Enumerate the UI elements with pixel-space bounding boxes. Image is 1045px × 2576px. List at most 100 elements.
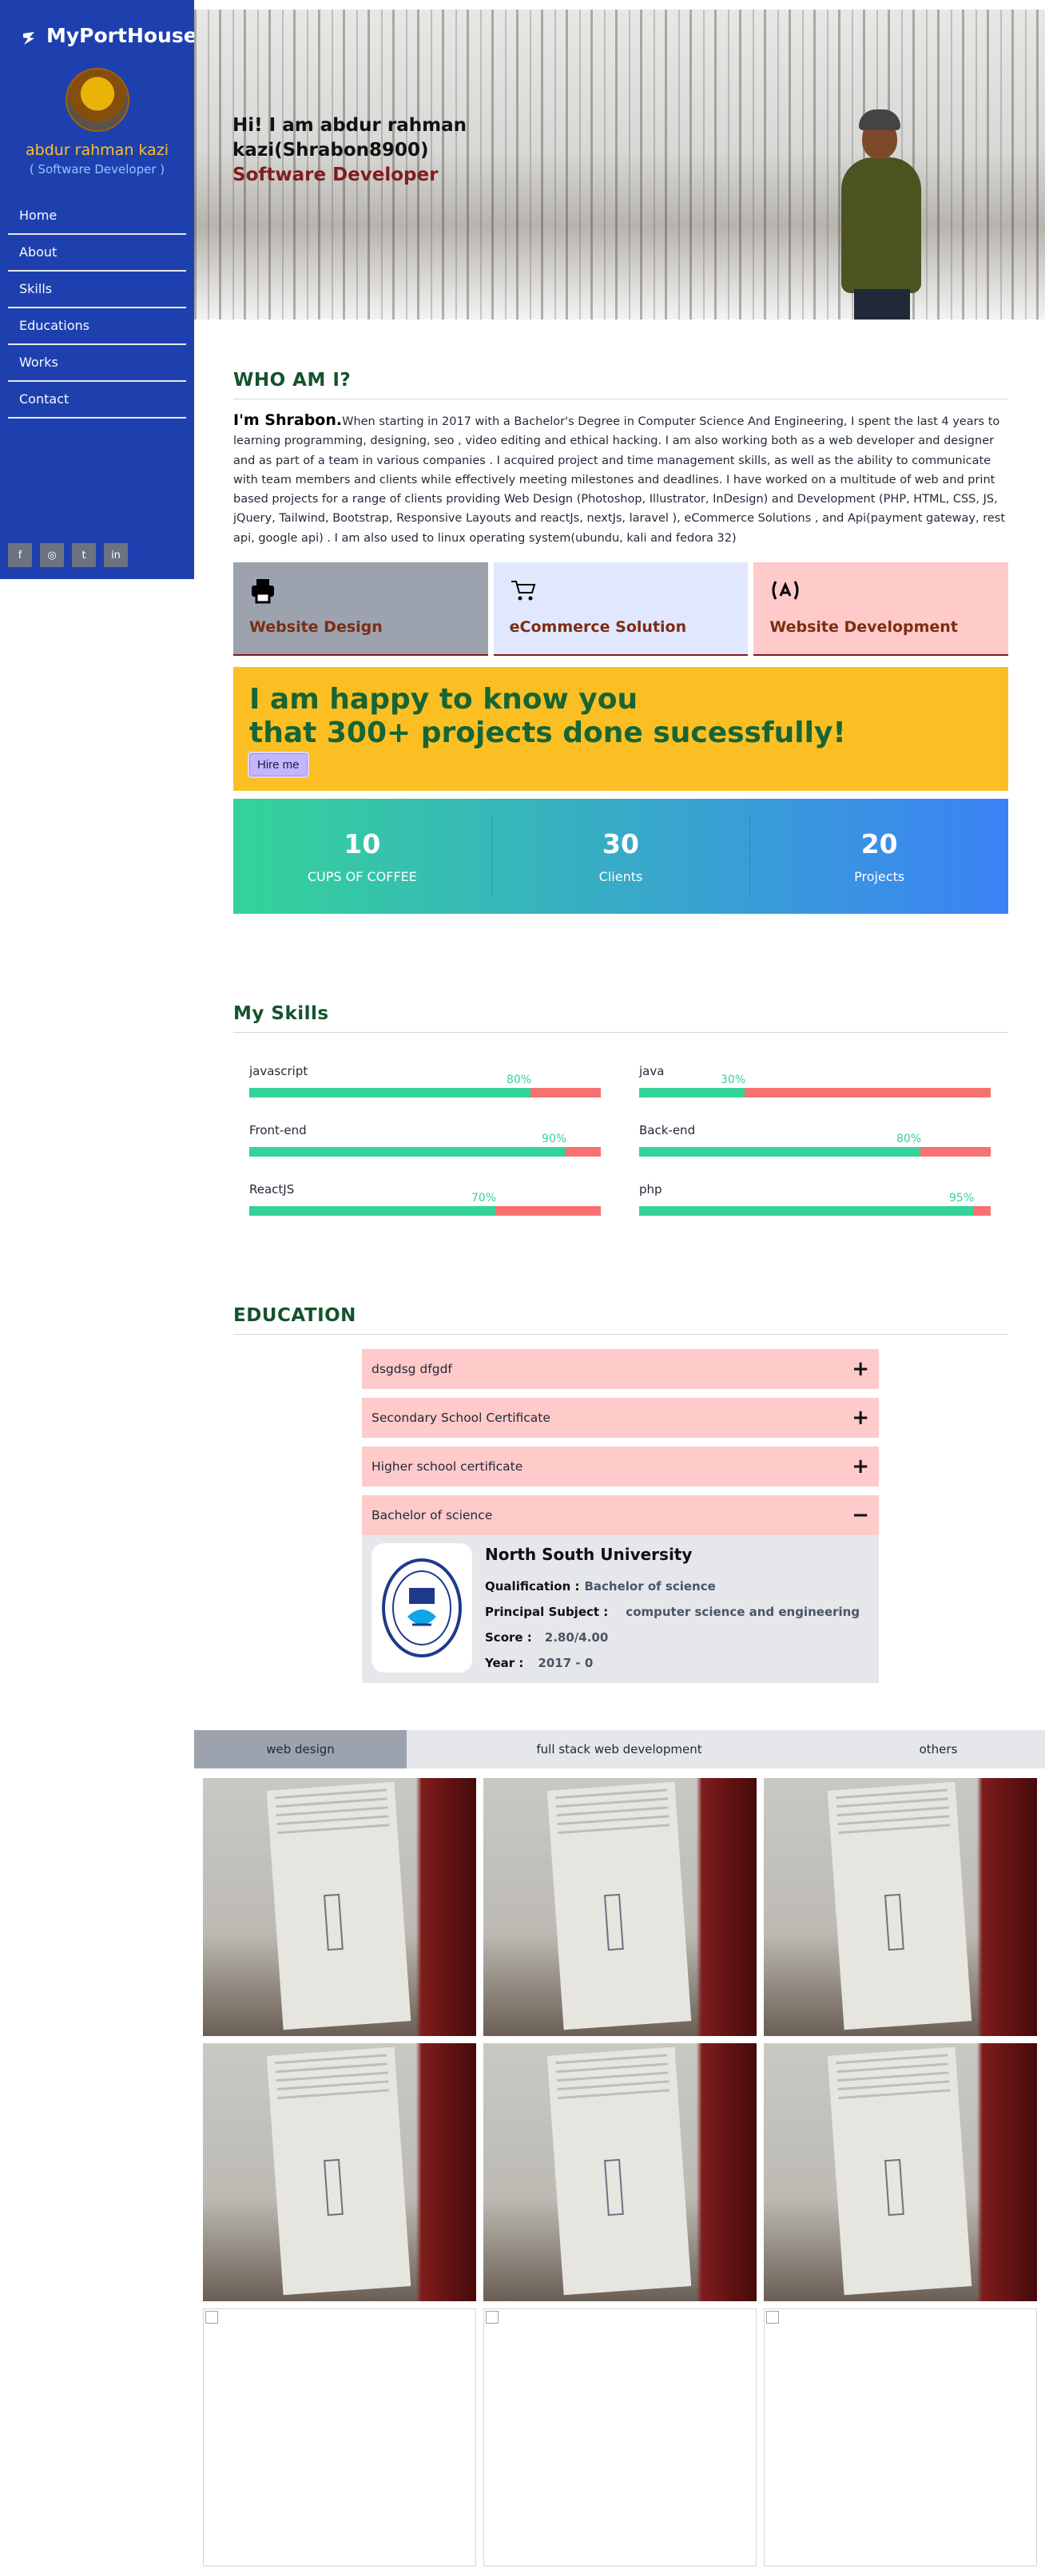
score-value: 2.80/4.00 <box>544 1630 609 1645</box>
skill-bar-fill <box>639 1206 973 1216</box>
accordion-body: North South University Qualification : Ba… <box>362 1535 879 1683</box>
about-section: WHO AM I? I'm Shrabon.When starting in 2… <box>233 370 1008 548</box>
divider <box>233 1334 1008 1335</box>
work-image[interactable] <box>203 1778 476 2036</box>
skills-grid: javascript 80% java 30% Front-end 90% Ba… <box>249 1064 992 1217</box>
skills-title: My Skills <box>233 1003 329 1024</box>
hero-role: Software Developer <box>232 165 439 185</box>
broken-image[interactable] <box>483 2308 757 2566</box>
nav-about[interactable]: About <box>8 235 186 272</box>
skill-name: php <box>639 1182 662 1197</box>
work-image[interactable] <box>203 2043 476 2301</box>
about-title: WHO AM I? <box>233 370 352 391</box>
skill-name: Back-end <box>639 1123 696 1137</box>
stat-projects: 20 Projects <box>750 815 1008 898</box>
education-section: EDUCATION dsgdsg dfgdf + Secondary Schoo… <box>233 1305 1008 1683</box>
main-nav: Home About Skills Educations Works Conta… <box>0 198 194 419</box>
nav-contact[interactable]: Contact <box>8 382 186 419</box>
banner-line-2: that 300+ projects done sucessfully! <box>249 716 846 749</box>
stat-value: 10 <box>344 828 381 859</box>
skill-name: javascript <box>249 1064 308 1078</box>
nav-home[interactable]: Home <box>8 198 186 235</box>
banner-line-1: I am happy to know you <box>249 683 638 716</box>
profile-role: ( Software Developer ) <box>29 162 165 177</box>
stat-label: CUPS OF COFFEE <box>307 869 417 884</box>
accordion-header[interactable]: Secondary School Certificate + <box>362 1398 879 1438</box>
education-accordion: dsgdsg dfgdf + Secondary School Certific… <box>362 1349 879 1683</box>
university-name: North South University <box>485 1545 693 1564</box>
work-image[interactable] <box>764 2043 1037 2301</box>
stat-value: 30 <box>602 828 639 859</box>
qualification-label: Qualification : <box>485 1579 580 1594</box>
skill-percent: 80% <box>896 1133 922 1145</box>
year-value: 2017 - 0 <box>538 1656 594 1670</box>
skill-bar <box>639 1206 991 1216</box>
stat-clients: 30 Clients <box>492 815 751 898</box>
hero-greeting: Hi! I am abdur rahman kazi(Shrabon8900) <box>232 115 467 161</box>
skill-bar-fill <box>639 1088 745 1097</box>
plus-icon[interactable]: + <box>852 1406 869 1430</box>
service-title: eCommerce Solution <box>509 618 687 636</box>
about-lead: I'm Shrabon. <box>233 411 343 429</box>
skill-bar <box>639 1088 991 1097</box>
broken-image-icon <box>205 2311 218 2324</box>
broken-image[interactable] <box>764 2308 1037 2566</box>
tab-others[interactable]: others <box>832 1730 1045 1768</box>
facebook-icon[interactable]: f <box>8 543 32 567</box>
service-card: Website Design <box>233 562 488 656</box>
skill-percent: 70% <box>471 1192 497 1205</box>
brand[interactable]: MyPortHouse <box>0 0 197 47</box>
skills-section: My Skills javascript 80% java 30% Front-… <box>233 1003 1008 1216</box>
hero-banner: Hi! I am abdur rahman kazi(Shrabon8900) … <box>194 10 1045 320</box>
education-title: EDUCATION <box>233 1305 356 1326</box>
tab-full-stack[interactable]: full stack web development <box>407 1730 832 1768</box>
skill-item: ReactJS 70% <box>249 1182 601 1217</box>
skill-name: java <box>639 1064 665 1078</box>
hero-text: Hi! I am abdur rahman kazi(Shrabon8900) … <box>232 113 472 188</box>
nav-works[interactable]: Works <box>8 345 186 382</box>
skill-bar <box>639 1147 991 1157</box>
skill-bar-fill <box>249 1206 495 1216</box>
skill-item: Front-end 90% <box>249 1123 601 1158</box>
skill-bar <box>249 1088 601 1097</box>
accordion-title: Bachelor of science <box>372 1508 493 1522</box>
skill-bar-fill <box>639 1147 920 1157</box>
tab-web-design[interactable]: web design <box>194 1730 407 1768</box>
qualification-value: Bachelor of science <box>584 1579 716 1594</box>
twitter-icon[interactable]: t <box>72 543 96 567</box>
profile-name: abdur rahman kazi <box>26 141 169 159</box>
service-title: Website Development <box>769 618 958 636</box>
services: Website Design eCommerce Solution Websit… <box>233 562 1009 656</box>
broken-image-icon <box>766 2311 779 2324</box>
stat-label: Projects <box>854 869 905 884</box>
skill-name: ReactJS <box>249 1182 295 1197</box>
sidebar: MyPortHouse abdur rahman kazi ( Software… <box>0 0 197 579</box>
plus-icon[interactable]: + <box>852 1357 869 1381</box>
hire-me-button[interactable]: Hire me <box>249 753 308 776</box>
nav-skills[interactable]: Skills <box>8 272 186 308</box>
accordion-title: Higher school certificate <box>372 1459 523 1474</box>
subject-value: computer science and engineering <box>626 1605 860 1619</box>
skill-item: javascript 80% <box>249 1064 601 1099</box>
nav-educations[interactable]: Educations <box>8 308 186 345</box>
skill-item: Back-end 80% <box>639 1123 991 1158</box>
accordion-header[interactable]: Higher school certificate + <box>362 1447 879 1486</box>
skill-bar-fill <box>249 1088 530 1097</box>
university-logo <box>372 1543 472 1673</box>
instagram-icon[interactable]: ◎ <box>40 543 64 567</box>
accordion-title: dsgdsg dfgdf <box>372 1362 452 1376</box>
hero-person-image <box>833 109 929 320</box>
work-image[interactable] <box>483 1778 757 2036</box>
accordion-header[interactable]: Bachelor of science − <box>362 1495 879 1535</box>
work-image[interactable] <box>764 1778 1037 2036</box>
skill-percent: 90% <box>542 1133 567 1145</box>
plus-icon[interactable]: + <box>852 1455 869 1479</box>
work-image[interactable] <box>483 2043 757 2301</box>
minus-icon[interactable]: − <box>852 1503 869 1527</box>
linkedin-icon[interactable]: in <box>104 543 128 567</box>
printer-icon <box>249 577 472 609</box>
cart-icon <box>510 577 733 609</box>
broken-image[interactable] <box>203 2308 476 2566</box>
skill-bar <box>249 1206 601 1216</box>
accordion-header[interactable]: dsgdsg dfgdf + <box>362 1349 879 1389</box>
